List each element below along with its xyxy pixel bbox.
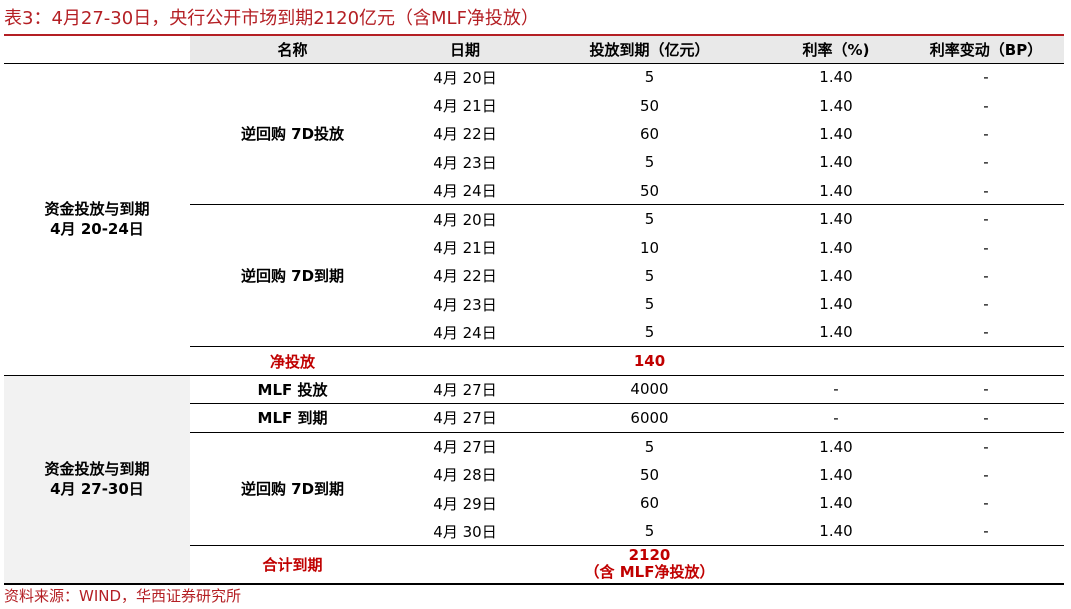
group1-label-line1: 资金投放与到期 xyxy=(44,200,150,219)
change-cell: - xyxy=(983,494,989,513)
rate-cell: - xyxy=(764,374,908,404)
date-cell: 4月 30日 xyxy=(433,522,497,541)
total-note: （含 MLF净投放） xyxy=(584,563,715,582)
total-change-empty xyxy=(908,545,1064,585)
mlf-out-name: MLF 到期 xyxy=(190,403,395,433)
amount-cell: 6000 xyxy=(535,403,764,433)
date-cell: 4月 22日 xyxy=(433,125,497,144)
date-cell: 4月 23日 xyxy=(433,295,497,314)
date-cell: 4月 27日 xyxy=(395,431,535,461)
change-cell: - xyxy=(983,68,989,87)
change-cell: - xyxy=(983,181,989,200)
net-label: 净投放 xyxy=(190,346,395,376)
amount-cell: 5 xyxy=(535,431,764,461)
header-name: 名称 xyxy=(190,34,395,64)
sub2-name: 逆回购 7D到期 xyxy=(190,204,395,347)
date-cell: 4月 28日 xyxy=(433,466,497,485)
change-cell: - xyxy=(983,153,989,172)
source-note: 资料来源：WIND，华西证券研究所 xyxy=(4,587,242,605)
date-cell: 4月 29日 xyxy=(433,494,497,513)
total-label: 合计到期 xyxy=(190,545,395,585)
rate-cell: 1.40 xyxy=(819,295,853,314)
rate-cell: 1.40 xyxy=(819,238,853,257)
amount-cell: 5 xyxy=(644,522,655,541)
change-cell: - xyxy=(983,465,989,484)
amount-cell: 50 xyxy=(639,465,660,484)
date-cell: 4月 20日 xyxy=(395,204,535,234)
total-rate-empty xyxy=(764,545,908,585)
date-cell: 4月 21日 xyxy=(433,239,497,258)
amount-cell: 5 xyxy=(644,153,655,172)
change-cell: - xyxy=(983,124,989,143)
amount-cell: 5 xyxy=(644,266,655,285)
net-value: 140 xyxy=(535,346,764,376)
date-cell: 4月 20日 xyxy=(433,68,497,87)
rate-cell: - xyxy=(764,403,908,433)
header-amount: 投放到期（亿元） xyxy=(535,34,764,64)
change-cell: - xyxy=(983,522,989,541)
header-empty xyxy=(4,34,190,64)
header-rate: 利率（%) xyxy=(764,34,908,64)
group1-label-line2: 4月 20-24日 xyxy=(50,220,144,239)
date-cell: 4月 27日 xyxy=(395,374,535,404)
date-cell: 4月 23日 xyxy=(433,153,497,172)
change-cell: - xyxy=(983,266,989,285)
amount-cell: 50 xyxy=(639,181,660,200)
group1-label: 资金投放与到期 4月 20-24日 xyxy=(4,63,190,375)
rate-cell: 1.40 xyxy=(819,96,853,115)
amount-cell: 5 xyxy=(535,204,764,234)
sub1-name: 逆回购 7D投放 xyxy=(240,125,345,144)
amount-cell: 4000 xyxy=(535,374,764,404)
header-row: 名称 日期 投放到期（亿元） 利率（%) 利率变动（BP） xyxy=(4,34,1064,64)
rate-cell: 1.40 xyxy=(764,204,908,234)
change-cell: - xyxy=(908,403,1064,433)
rate-cell: 1.40 xyxy=(819,522,853,541)
change-cell: - xyxy=(908,374,1064,404)
date-cell: 4月 22日 xyxy=(433,267,497,286)
rate-cell: 1.40 xyxy=(819,465,853,484)
table-row: 资金投放与到期 4月 27-30日 MLF 投放 4月 27日 4000 - - xyxy=(4,374,1064,585)
open-market-table: 名称 日期 投放到期（亿元） 利率（%) 利率变动（BP） 资金投放与到期 4月… xyxy=(4,34,1064,585)
total-value: 2120 xyxy=(628,546,671,565)
rate-cell: 1.40 xyxy=(819,153,853,172)
amount-cell: 50 xyxy=(639,96,660,115)
rate-cell: 1.40 xyxy=(819,124,853,143)
net-change-empty xyxy=(908,346,1064,376)
rate-cell: 1.40 xyxy=(819,68,853,87)
date-cell: 4月 27日 xyxy=(395,403,535,433)
header-rate-change: 利率变动（BP） xyxy=(908,34,1064,64)
date-cell: 4月 21日 xyxy=(433,97,497,116)
rate-cell: 1.40 xyxy=(819,181,853,200)
rate-cell: 1.40 xyxy=(819,494,853,513)
table-row: 资金投放与到期 4月 20-24日 逆回购 7D投放 4月 20日 5 1.40… xyxy=(4,63,1064,238)
group2-label-line1: 资金投放与到期 xyxy=(44,460,150,479)
table-title: 表3：4月27-30日，央行公开市场到期2120亿元（含MLF净投放） xyxy=(4,8,539,29)
date-cell: 4月 24日 xyxy=(433,323,497,342)
rate-cell: 1.40 xyxy=(764,431,908,461)
mlf-in-name: MLF 投放 xyxy=(190,374,395,404)
total-date-empty xyxy=(395,545,535,585)
change-cell: - xyxy=(908,431,1064,461)
amount-cell: 60 xyxy=(639,124,660,143)
header-date: 日期 xyxy=(395,34,535,64)
group2-label: 资金投放与到期 4月 27-30日 xyxy=(4,374,190,585)
amount-cell: 5 xyxy=(644,295,655,314)
change-cell: - xyxy=(983,238,989,257)
change-cell: - xyxy=(908,204,1064,234)
sub3-name: 逆回购 7D到期 xyxy=(190,431,395,546)
rate-cell: 1.40 xyxy=(819,266,853,285)
date-cell: 4月 24日 xyxy=(433,182,497,200)
amount-cell: 10 xyxy=(639,238,660,257)
change-cell: - xyxy=(983,323,989,342)
group2-label-line2: 4月 27-30日 xyxy=(50,480,144,499)
rate-cell: 1.40 xyxy=(819,323,853,342)
change-cell: - xyxy=(983,295,989,314)
amount-cell: 5 xyxy=(644,323,655,342)
total-value-cell: 2120 （含 MLF净投放） xyxy=(535,545,764,585)
amount-cell: 5 xyxy=(644,68,655,87)
change-cell: - xyxy=(983,96,989,115)
net-date-empty xyxy=(395,346,535,376)
net-rate-empty xyxy=(764,346,908,376)
amount-cell: 60 xyxy=(639,494,660,513)
